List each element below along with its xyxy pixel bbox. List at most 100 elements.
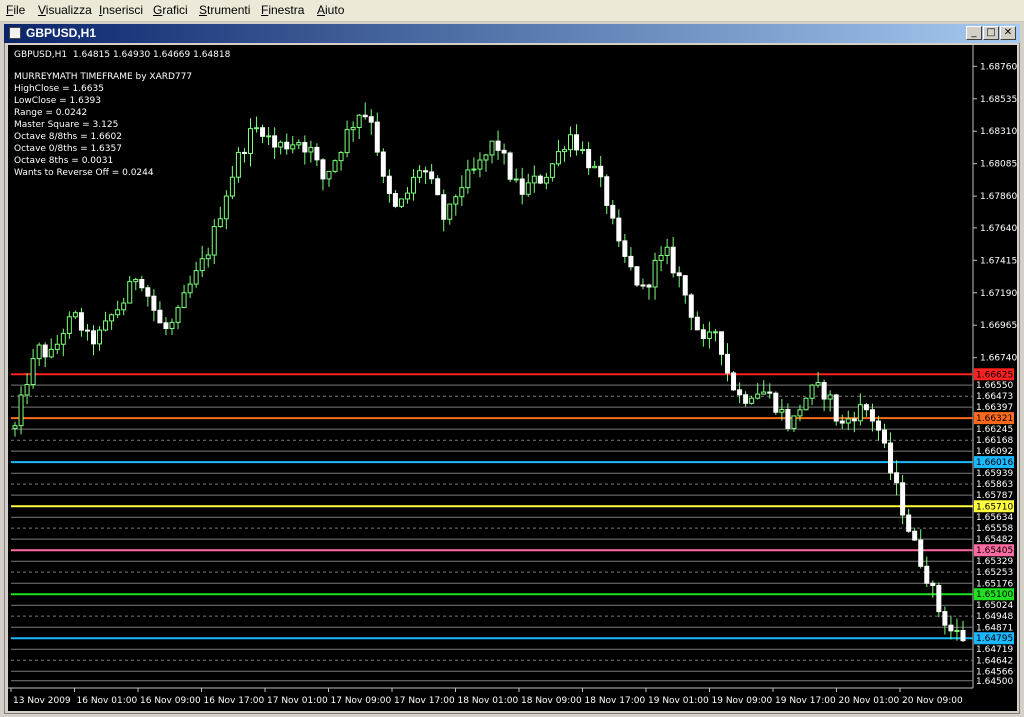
murrey-level-label: 1.64566 xyxy=(976,667,1013,677)
candle-body xyxy=(513,178,519,181)
candle-body xyxy=(761,391,767,395)
candle-body xyxy=(235,151,241,178)
candle-body xyxy=(646,284,652,288)
murrey-level-label: 1.65482 xyxy=(976,535,1013,545)
chart-window-icon[interactable] xyxy=(9,27,21,39)
murrey-level-label: 1.65939 xyxy=(976,469,1013,479)
candle-body xyxy=(857,404,863,422)
info-line: Octave 8/8ths = 1.6602 xyxy=(14,132,122,142)
candle-body xyxy=(459,187,465,198)
menu-item-grafici[interactable]: Grafici xyxy=(153,3,188,17)
time-tick-label: 18 Nov 01:00 xyxy=(458,696,519,706)
candle-body xyxy=(193,270,199,285)
candle-body xyxy=(145,287,151,297)
candle-body xyxy=(266,135,272,138)
menu-item-strumenti[interactable]: Strumenti xyxy=(199,3,250,17)
candle-body xyxy=(278,141,284,148)
menu-item-inserisci[interactable]: Inserisci xyxy=(99,3,143,17)
candle-body xyxy=(223,195,229,220)
candle-body xyxy=(326,170,332,180)
candle-body xyxy=(894,472,900,484)
murrey-level-label: 1.65634 xyxy=(976,513,1013,523)
candle-body xyxy=(948,624,954,632)
candle-body xyxy=(803,397,809,411)
candle-body xyxy=(737,389,743,396)
candle-body xyxy=(302,142,308,153)
candle-body xyxy=(507,152,513,180)
candle-body xyxy=(133,279,139,283)
candle-body xyxy=(658,254,664,261)
candle-body xyxy=(821,382,827,400)
chart-header: GBPUSD,H1 1.64815 1.64930 1.64669 1.6481… xyxy=(14,50,231,60)
candle-body xyxy=(392,193,398,207)
candle-body xyxy=(712,331,718,334)
price-tick-label: 1.66965 xyxy=(980,321,1017,331)
candle-body xyxy=(773,392,779,413)
candle-body xyxy=(537,175,543,184)
octave-level-label: 1.65100 xyxy=(976,590,1013,600)
restore-button[interactable]: □ xyxy=(983,26,999,40)
octave-level-label: 1.66016 xyxy=(976,458,1013,468)
candle-body xyxy=(332,160,338,172)
murrey-level-label: 1.66092 xyxy=(976,447,1013,457)
candle-body xyxy=(211,226,217,256)
murrey-level-label: 1.64500 xyxy=(976,677,1013,687)
candle-body xyxy=(568,134,574,151)
candle-body xyxy=(888,442,894,474)
candle-body xyxy=(725,353,731,374)
menu-bar: File Visualizza Inserisci Grafici Strume… xyxy=(0,0,1024,22)
candle-body xyxy=(36,344,42,360)
price-tick-label: 1.68085 xyxy=(980,160,1017,170)
minimize-button[interactable]: _ xyxy=(966,26,982,40)
candle-body xyxy=(501,149,507,154)
chart-window-titlebar[interactable]: GBPUSD,H1 _ □ ✕ xyxy=(4,24,1020,43)
candle-body xyxy=(66,316,72,334)
candle-body xyxy=(586,148,592,169)
menu-item-aiuto[interactable]: Aiuto xyxy=(317,3,344,17)
candle-body xyxy=(543,176,549,184)
menu-item-file[interactable]: File xyxy=(6,3,25,17)
octave-level-label: 1.65710 xyxy=(976,502,1013,512)
time-tick-label: 19 Nov 09:00 xyxy=(712,696,773,706)
octave-level-label: 1.64795 xyxy=(976,634,1013,644)
candle-body xyxy=(628,255,634,268)
candle-body xyxy=(912,530,918,541)
price-tick-label: 1.68310 xyxy=(980,127,1017,137)
info-line: MURREYMATH TIMEFRAME by XARD777 xyxy=(14,72,193,82)
candle-body xyxy=(109,314,115,322)
candle-body xyxy=(453,196,459,205)
candle-body xyxy=(489,140,495,156)
candle-body xyxy=(362,114,368,118)
murrey-level-label: 1.66168 xyxy=(976,436,1013,446)
candle-body xyxy=(217,218,223,228)
candle-body xyxy=(477,159,483,170)
candle-body xyxy=(749,397,755,404)
close-button[interactable]: ✕ xyxy=(1000,26,1016,40)
candle-body xyxy=(139,279,145,289)
candle-body xyxy=(187,283,193,294)
candle-body xyxy=(670,246,676,274)
candle-body xyxy=(519,178,525,195)
candle-body xyxy=(827,394,833,400)
candle-body xyxy=(851,418,857,422)
candle-body xyxy=(682,275,688,296)
price-tick-label: 1.68535 xyxy=(980,95,1017,105)
candle-body xyxy=(54,343,60,350)
candle-body xyxy=(676,272,682,277)
candle-body xyxy=(350,126,356,131)
candle-body xyxy=(779,409,785,413)
candle-body xyxy=(121,302,127,311)
candle-body xyxy=(700,329,706,339)
info-line: LowClose = 1.6393 xyxy=(14,96,101,106)
candle-body xyxy=(574,134,580,151)
time-tick-label: 17 Nov 09:00 xyxy=(331,696,392,706)
candle-body xyxy=(706,331,712,339)
candle-body xyxy=(199,258,205,272)
menu-item-visualizza[interactable]: Visualizza xyxy=(38,3,92,17)
candlestick-chart[interactable]: 1.68760 1.68535 1.68310 1.68085 1.67860 1.676… xyxy=(8,45,1017,711)
murrey-level-label: 1.64642 xyxy=(976,656,1013,666)
candle-body xyxy=(247,128,253,154)
murrey-level-label: 1.64719 xyxy=(976,645,1013,655)
chart-area[interactable]: 1.68760 1.68535 1.68310 1.68085 1.67860 1.676… xyxy=(8,45,1017,711)
menu-item-finestra[interactable]: Finestra xyxy=(261,3,304,17)
